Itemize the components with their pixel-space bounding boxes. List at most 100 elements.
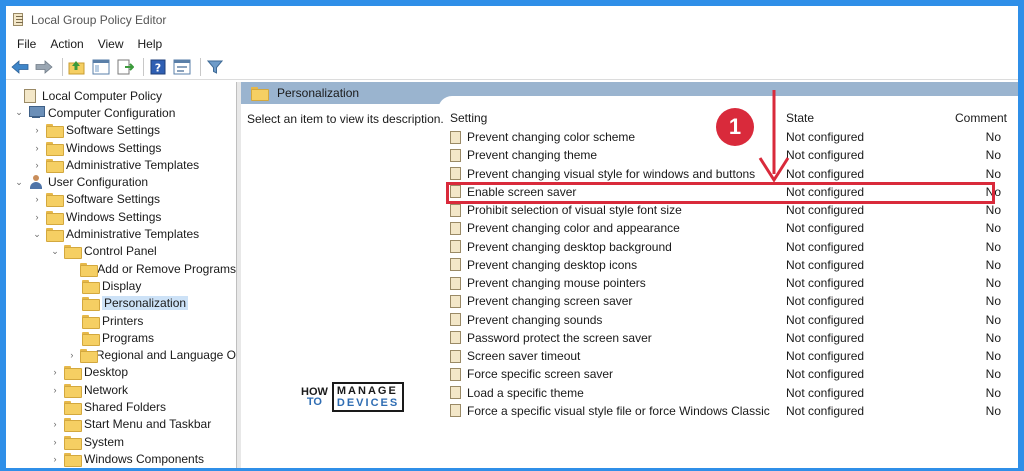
tree-item[interactable]: Personalization	[6, 295, 236, 312]
properties-icon[interactable]	[172, 57, 192, 77]
policy-doc-icon	[24, 88, 36, 103]
setting-cell: Force specific screen saver	[446, 367, 786, 381]
chevron-down-icon[interactable]: ⌄	[32, 229, 42, 239]
table-row[interactable]: Prevent changing theme Not configured No	[446, 146, 1018, 164]
chevron-down-icon[interactable]: ⌄	[50, 246, 60, 256]
tree-item-label: Software Settings	[66, 123, 161, 138]
tree-item[interactable]: › Windows Components	[6, 450, 236, 467]
chevron-right-icon[interactable]: ›	[50, 437, 60, 447]
details-header-title: Personalization	[277, 86, 360, 100]
tree-item[interactable]: Local Computer Policy	[6, 87, 236, 104]
chevron-right-icon[interactable]: ›	[32, 212, 42, 222]
state-cell: Not configured	[786, 276, 865, 291]
tree-item[interactable]: › Windows Settings	[6, 139, 236, 156]
table-row[interactable]: Password protect the screen saver Not con…	[446, 329, 1018, 347]
settings-rows: Prevent changing color scheme Not configu…	[446, 128, 1018, 420]
setting-cell: Prevent changing sounds	[446, 313, 786, 327]
tree-item[interactable]: › Administrative Templates	[6, 156, 236, 173]
table-row[interactable]: Prevent changing desktop icons Not config…	[446, 256, 1018, 274]
tree-item[interactable]: › Desktop	[6, 364, 236, 381]
policy-setting-icon	[450, 148, 461, 162]
user-icon	[28, 175, 44, 190]
tree-item-label: Regional and Language O	[95, 348, 236, 363]
folder-icon	[46, 193, 64, 208]
setting-name: Prevent changing visual style for window…	[467, 166, 756, 181]
setting-cell: Prevent changing theme	[446, 148, 786, 162]
setting-cell: Prevent changing screen saver	[446, 294, 786, 308]
tree-item[interactable]: Shared Folders	[6, 398, 236, 415]
chevron-right-icon[interactable]: ›	[32, 143, 42, 153]
export-list-icon[interactable]	[115, 57, 135, 77]
tree-item[interactable]: ⌄ Administrative Templates	[6, 225, 236, 243]
tree-item[interactable]: Programs	[6, 329, 236, 346]
column-header-state[interactable]: State	[786, 111, 923, 125]
chevron-right-icon[interactable]: ›	[50, 454, 60, 464]
comment-cell: No	[985, 312, 1001, 327]
howto-manage-devices-logo: HOW TO MANAGE DEVICES	[301, 382, 405, 412]
comment-cell: No	[985, 294, 1001, 309]
setting-cell: Force a specific visual style file or fo…	[446, 404, 786, 418]
chevron-right-icon[interactable]: ›	[32, 160, 42, 170]
chevron-right-icon[interactable]: ›	[32, 125, 42, 135]
tree-item[interactable]: ⌄ User Configuration	[6, 173, 236, 190]
table-row[interactable]: Load a specific theme Not configured No	[446, 384, 1018, 402]
show-hide-tree-icon[interactable]	[91, 57, 111, 77]
help-icon[interactable]: ?	[148, 57, 168, 77]
chevron-down-icon[interactable]: ⌄	[14, 107, 24, 118]
table-row[interactable]: Prevent changing mouse pointers Not confi…	[446, 274, 1018, 292]
comment-cell: No	[985, 203, 1001, 218]
table-row[interactable]: Force specific screen saver Not configure…	[446, 365, 1018, 383]
setting-cell: Password protect the screen saver	[446, 331, 786, 345]
comment-cell: No	[985, 221, 1001, 236]
chevron-right-icon[interactable]: ›	[68, 350, 76, 360]
up-folder-icon[interactable]	[67, 57, 87, 77]
tree-item[interactable]: ⌄ Control Panel	[6, 243, 236, 260]
policy-setting-icon	[450, 167, 461, 181]
chevron-right-icon[interactable]: ›	[50, 367, 60, 377]
forward-arrow-icon[interactable]	[34, 57, 54, 77]
tree-item[interactable]: › Start Menu and Taskbar	[6, 416, 236, 433]
tree-item[interactable]: Printers	[6, 312, 236, 329]
table-row[interactable]: Prevent changing visual style for window…	[446, 165, 1018, 183]
table-row[interactable]: Force a specific visual style file or fo…	[446, 402, 1018, 420]
table-row[interactable]: Prevent changing desktop background Not c…	[446, 238, 1018, 256]
chevron-right-icon[interactable]: ›	[32, 194, 42, 204]
folder-icon	[46, 210, 64, 225]
tree-item[interactable]: › Software Settings	[6, 122, 236, 139]
table-row[interactable]: Screen saver timeout Not configured No	[446, 347, 1018, 365]
tree-item[interactable]: › Software Settings	[6, 191, 236, 208]
title-bar: Local Group Policy Editor	[6, 6, 1018, 34]
policy-setting-icon	[450, 130, 461, 144]
back-arrow-icon[interactable]	[10, 57, 30, 77]
tree-item[interactable]: ⌄ Computer Configuration	[6, 104, 236, 121]
chevron-down-icon[interactable]: ⌄	[14, 177, 24, 187]
tree-item[interactable]: › Regional and Language O	[6, 346, 236, 364]
tree-item[interactable]: › System	[6, 433, 236, 450]
state-cell: Not configured	[786, 403, 865, 418]
menu-view[interactable]: View	[91, 37, 131, 51]
tree-item[interactable]: › Windows Settings	[6, 208, 236, 225]
filter-icon[interactable]	[205, 57, 225, 77]
table-row[interactable]: Prevent changing sounds Not configured No	[446, 311, 1018, 329]
policy-setting-icon	[450, 331, 461, 345]
folder-icon	[64, 400, 82, 415]
state-cell: Not configured	[786, 130, 865, 145]
column-header-comment[interactable]: Comment	[923, 111, 1013, 125]
table-row[interactable]: Prevent changing color and appearance Not…	[446, 219, 1018, 237]
menu-file[interactable]: File	[10, 37, 43, 51]
comment-cell: No	[985, 367, 1001, 382]
menu-bar: File Action View Help	[6, 34, 1018, 54]
tree-item-label: Local Computer Policy	[42, 88, 163, 103]
tree-item-label: Printers	[102, 313, 144, 328]
tree-item[interactable]: Add or Remove Programs	[6, 260, 236, 277]
table-row[interactable]: Prevent changing screen saver Not configu…	[446, 292, 1018, 310]
chevron-right-icon[interactable]: ›	[50, 419, 60, 429]
menu-action[interactable]: Action	[43, 37, 90, 51]
menu-help[interactable]: Help	[131, 37, 170, 51]
policy-tree[interactable]: Local Computer Policy ⌄ Computer Configura…	[6, 82, 237, 468]
chevron-right-icon[interactable]: ›	[50, 385, 60, 395]
tree-item[interactable]: Display	[6, 277, 236, 294]
tree-item[interactable]: › Network	[6, 381, 236, 398]
setting-cell: Prevent changing desktop background	[446, 240, 786, 254]
